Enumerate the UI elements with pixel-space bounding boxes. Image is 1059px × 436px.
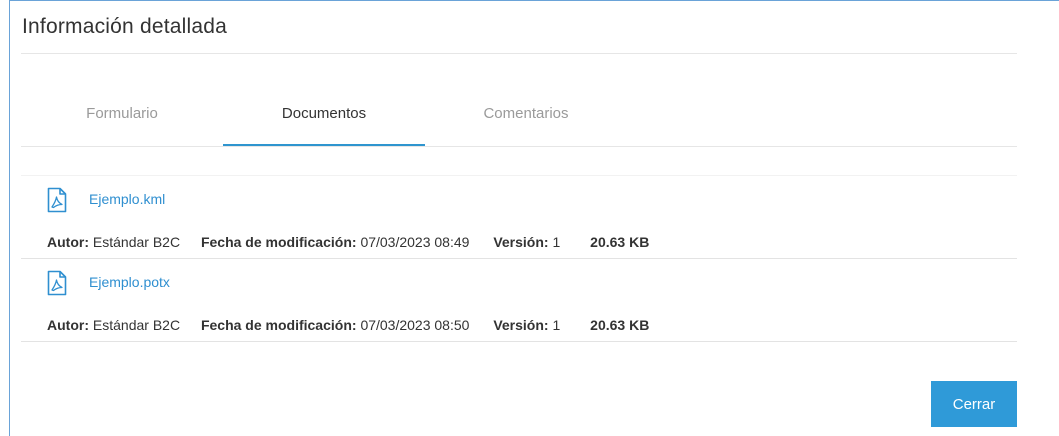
document-meta: Autor: Estándar B2C Fecha de modificació…	[47, 234, 649, 250]
dialog-title: Información detallada	[22, 15, 227, 38]
row-divider	[21, 341, 1017, 342]
author-label: Autor:	[47, 234, 89, 250]
list-divider	[21, 175, 1017, 176]
version-label: Versión:	[493, 234, 549, 250]
modified-value: 07/03/2023 08:50	[360, 317, 470, 333]
modified-label: Fecha de modificación:	[200, 317, 357, 333]
modified-value: 07/03/2023 08:49	[360, 234, 470, 250]
pdf-file-icon[interactable]	[47, 187, 67, 213]
document-link[interactable]: Ejemplo.potx	[89, 274, 170, 290]
version-value: 1	[552, 234, 561, 250]
tab-formulario[interactable]: Formulario	[21, 91, 223, 145]
row-divider	[21, 258, 1017, 259]
size-value: 20.63 KB	[590, 234, 650, 250]
document-item: Ejemplo.potx Autor: Estándar B2C Fecha d…	[21, 260, 1017, 342]
tab-bar: Formulario Documentos Comentarios	[21, 91, 1017, 147]
pdf-file-icon[interactable]	[47, 270, 67, 296]
document-meta: Autor: Estándar B2C Fecha de modificació…	[47, 317, 649, 333]
detail-dialog: Información detallada Formulario Documen…	[9, 0, 1059, 436]
author-value: Estándar B2C	[92, 234, 181, 250]
version-label: Versión:	[493, 317, 549, 333]
modified-label: Fecha de modificación:	[200, 234, 357, 250]
size-value: 20.63 KB	[590, 317, 650, 333]
close-button[interactable]: Cerrar	[931, 381, 1017, 427]
document-link[interactable]: Ejemplo.kml	[89, 191, 165, 207]
author-value: Estándar B2C	[92, 317, 181, 333]
author-label: Autor:	[47, 317, 89, 333]
tab-documentos[interactable]: Documentos	[223, 91, 425, 146]
tab-comentarios[interactable]: Comentarios	[425, 91, 627, 145]
title-divider	[21, 53, 1017, 54]
document-item: Ejemplo.kml Autor: Estándar B2C Fecha de…	[21, 177, 1017, 259]
version-value: 1	[552, 317, 561, 333]
